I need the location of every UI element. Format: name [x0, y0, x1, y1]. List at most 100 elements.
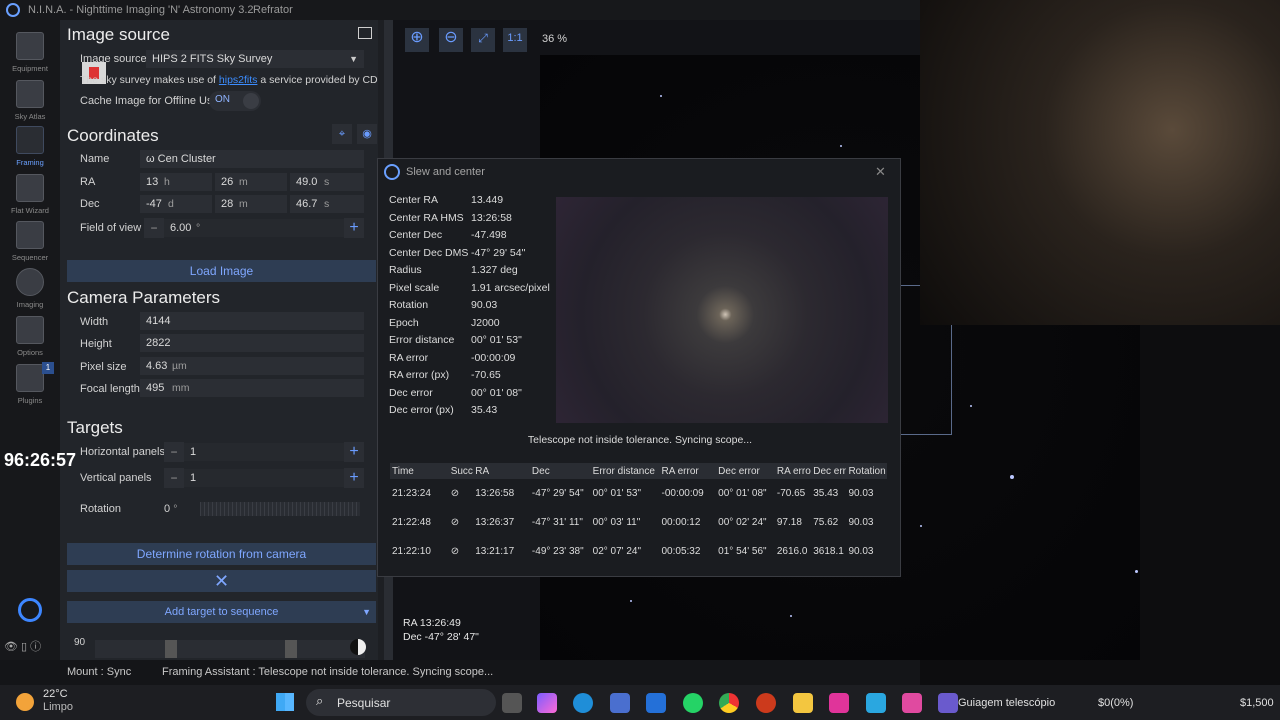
- zoom-out-icon[interactable]: ⊖: [439, 28, 463, 52]
- taskbar-search[interactable]: ⌕ Pesquisar: [306, 689, 496, 716]
- hips2fits-link[interactable]: hips2fits: [219, 74, 258, 86]
- hpanels-input[interactable]: 1: [184, 443, 344, 461]
- store-icon[interactable]: [610, 693, 630, 713]
- image-source-select[interactable]: HIPS 2 FITS Sky Survey ▼: [146, 50, 364, 68]
- coordinates-heading: Coordinates: [67, 126, 159, 145]
- app-icon[interactable]: [829, 693, 849, 713]
- fov-increment-button[interactable]: +: [344, 218, 364, 238]
- dec-seconds-input[interactable]: 46.7 s: [290, 195, 364, 213]
- zoom-1to1-button[interactable]: 1:1: [503, 28, 527, 52]
- sidebar-item-framing[interactable]: Framing: [0, 126, 60, 167]
- column-header[interactable]: RA: [473, 463, 530, 479]
- app-icon[interactable]: [866, 693, 886, 713]
- load-image-button[interactable]: Load Image: [67, 260, 376, 282]
- table-cell: -47° 31' 11": [531, 517, 583, 528]
- windows-start-icon[interactable]: [276, 693, 294, 711]
- zoom-in-icon[interactable]: ⊕: [405, 28, 429, 52]
- dialog-title: Slew and center: [406, 166, 485, 178]
- table-cell: 00° 02' 24": [718, 517, 767, 528]
- app-icon[interactable]: [902, 693, 922, 713]
- location-pin-icon[interactable]: ◉: [357, 124, 377, 144]
- dec-degrees-input[interactable]: -47 d: [140, 195, 212, 213]
- table-cell: 35.43: [813, 488, 839, 499]
- column-header[interactable]: RA error: [659, 463, 717, 479]
- book-icon[interactable]: [358, 27, 372, 39]
- table-cell: 90.03: [848, 517, 874, 528]
- close-icon[interactable]: ✕: [67, 570, 376, 592]
- opera-icon[interactable]: [756, 693, 776, 713]
- task-view-icon[interactable]: [502, 693, 522, 713]
- whatsapp-icon[interactable]: [683, 693, 703, 713]
- sidebar-item-sky-atlas[interactable]: Sky Atlas: [0, 80, 60, 121]
- focal-length-input[interactable]: 495 mm: [140, 379, 364, 397]
- table-row[interactable]: 21:22:48 ⊘ 13:26:37 -47° 31' 11" 00° 03' 11"…: [390, 508, 887, 537]
- edge-icon[interactable]: [573, 693, 593, 713]
- status-bar: Mount : Sync Framing Assistant : Telesco…: [0, 660, 920, 685]
- sidebar-item-sequencer[interactable]: Sequencer: [0, 221, 60, 262]
- column-header[interactable]: Dec err: [811, 463, 847, 479]
- framing-status: Framing Assistant : Telescope not inside…: [162, 666, 494, 678]
- fov-decrement-button[interactable]: −: [144, 218, 164, 238]
- vpanels-input[interactable]: 1: [184, 469, 344, 487]
- rotation-slider[interactable]: [200, 502, 360, 516]
- result-value: 00° 01' 08": [471, 386, 522, 399]
- result-value: 1.327 deg: [471, 264, 518, 276]
- height-input[interactable]: 2822: [140, 334, 364, 352]
- vpanels-increment-button[interactable]: +: [344, 468, 364, 488]
- sidebar: Equipment Sky Atlas Framing Flat Wizard …: [0, 20, 60, 676]
- table-cell: 00° 01' 53": [592, 488, 642, 499]
- table-cell: 13:26:37: [475, 517, 515, 528]
- width-input[interactable]: 4144: [140, 312, 364, 330]
- copilot-icon[interactable]: [537, 693, 557, 713]
- title-bar: N.I.N.A. - Nighttime Imaging 'N' Astrono…: [0, 0, 920, 20]
- table-cell: 13:21:17: [475, 546, 515, 557]
- name-input[interactable]: ω Cen Cluster: [140, 150, 364, 168]
- bottom-tools-icons[interactable]: 👁 ▯ ⓘ: [4, 638, 41, 654]
- table-cell: 90.03: [848, 488, 874, 499]
- defender-icon[interactable]: [646, 693, 666, 713]
- ra-minutes-input[interactable]: 26 m: [215, 173, 287, 191]
- chrome-icon[interactable]: [719, 693, 739, 713]
- rotation-input[interactable]: 0 °: [164, 503, 177, 515]
- fit-icon[interactable]: ⤢: [471, 28, 495, 52]
- pixel-size-input[interactable]: 4.63 µm: [140, 357, 364, 375]
- close-icon[interactable]: ✕: [875, 164, 886, 180]
- vpanels-decrement-button[interactable]: −: [164, 468, 184, 488]
- dec-minutes-input[interactable]: 28 m: [215, 195, 287, 213]
- ra-hours-input[interactable]: 13 h: [140, 173, 212, 191]
- fov-input[interactable]: 6.00 °: [164, 219, 344, 237]
- column-header[interactable]: Rotation: [846, 463, 887, 479]
- column-header[interactable]: Error distance: [590, 463, 660, 479]
- sidebar-item-equipment[interactable]: Equipment: [0, 32, 60, 73]
- image-source-heading: Image source: [67, 25, 170, 44]
- result-value: 13.449: [471, 194, 504, 206]
- sidebar-item-plugins[interactable]: Plugins 1: [0, 362, 60, 405]
- framing-icon: [16, 126, 44, 154]
- hpanels-increment-button[interactable]: +: [344, 442, 364, 462]
- sidebar-item-options[interactable]: Options: [0, 316, 60, 357]
- column-header[interactable]: Time: [390, 463, 449, 479]
- file-explorer-icon[interactable]: [793, 693, 813, 713]
- column-header[interactable]: Dec: [529, 463, 591, 479]
- table-row[interactable]: 21:22:10 ⊘ 13:21:17 -49° 23' 38" 02° 07' 24"…: [390, 537, 887, 566]
- height-label: Height: [80, 338, 112, 350]
- power-icon[interactable]: [18, 598, 42, 622]
- sidebar-item-imaging[interactable]: Imaging: [0, 268, 60, 309]
- cache-toggle[interactable]: ON: [209, 91, 261, 111]
- sidebar-item-flat-wizard[interactable]: Flat Wizard: [0, 174, 60, 215]
- add-target-button[interactable]: Add target to sequence ▼: [67, 601, 376, 623]
- obs-icon[interactable]: [938, 693, 958, 713]
- table-row[interactable]: 21:23:24 ⊘ 13:26:58 -47° 29' 54" 00° 01' 53"…: [390, 479, 887, 508]
- crosshair-icon[interactable]: ⌖: [332, 124, 352, 144]
- result-value: -47.498: [471, 229, 507, 241]
- column-header[interactable]: Dec error: [716, 463, 775, 479]
- determine-rotation-button[interactable]: Determine rotation from camera: [67, 543, 376, 565]
- hpanels-decrement-button[interactable]: −: [164, 442, 184, 462]
- column-header[interactable]: Succ: [448, 463, 474, 479]
- rotation-scale[interactable]: [95, 640, 365, 658]
- targets-heading: Targets: [67, 418, 123, 437]
- sky-atlas-icon: [16, 80, 44, 108]
- ra-seconds-input[interactable]: 49.0 s: [290, 173, 364, 191]
- weather-widget[interactable]: 22°C Limpo: [43, 688, 73, 714]
- column-header[interactable]: RA erro: [774, 463, 812, 479]
